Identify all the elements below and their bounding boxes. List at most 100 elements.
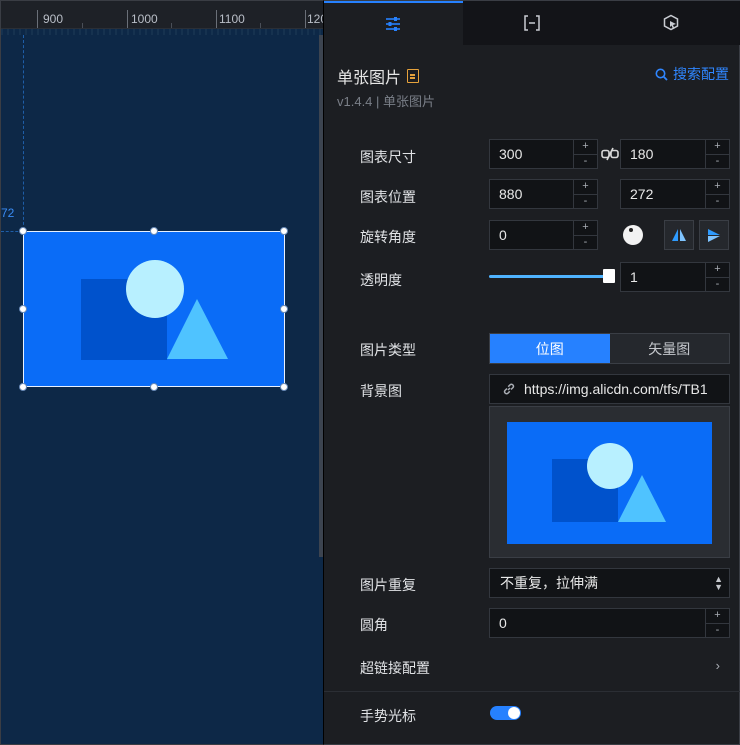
- position-y-input[interactable]: 272 + -: [620, 179, 730, 209]
- height-value: 180: [630, 146, 654, 162]
- resize-handle-bottom-right[interactable]: [280, 383, 288, 391]
- decrement-button[interactable]: -: [706, 153, 729, 169]
- width-stepper: + -: [573, 140, 597, 168]
- opacity-value: 1: [630, 269, 638, 285]
- background-url-input[interactable]: https://img.alicdn.com/tfs/TB1: [489, 374, 730, 404]
- hyperlink-label: 超链接配置: [360, 660, 430, 676]
- component-version: v1.4.4 | 单张图片: [337, 94, 436, 109]
- resize-handle-top[interactable]: [150, 227, 158, 235]
- guide-position-label: 72: [1, 206, 15, 220]
- component-title-text: 单张图片: [337, 70, 402, 87]
- tab-data[interactable]: [463, 1, 602, 45]
- chevron-right-icon: ›: [715, 658, 720, 673]
- decrement-button[interactable]: -: [706, 622, 729, 638]
- search-icon: [655, 68, 668, 81]
- opacity-slider-track[interactable]: [489, 275, 609, 278]
- decrement-button[interactable]: -: [706, 276, 729, 292]
- image-type-segmented: 位图 矢量图: [489, 333, 730, 364]
- radius-label: 圆角: [360, 617, 388, 633]
- repeat-label: 图片重复: [360, 577, 416, 593]
- ruler-tick: [37, 10, 38, 28]
- rotation-value: 0: [499, 227, 507, 243]
- increment-button[interactable]: +: [706, 140, 729, 154]
- ruler-label-1200: 120: [307, 12, 323, 26]
- position-y-stepper: + -: [705, 180, 729, 208]
- resize-handle-top-left[interactable]: [19, 227, 27, 235]
- decrement-button[interactable]: -: [706, 193, 729, 209]
- position-x-value: 880: [499, 186, 523, 202]
- opacity-label: 透明度: [360, 272, 402, 288]
- background-image-preview[interactable]: [489, 406, 730, 558]
- select-arrows-icon: ▲ ▼: [714, 574, 723, 592]
- rotation-stepper: + -: [573, 221, 597, 249]
- width-value: 300: [499, 146, 523, 162]
- background-url-value: https://img.alicdn.com/tfs/TB1: [524, 381, 708, 397]
- radius-value: 0: [499, 615, 507, 631]
- repeat-select-value: 不重复，拉伸满: [500, 575, 598, 591]
- increment-button[interactable]: +: [706, 180, 729, 194]
- rotation-input[interactable]: 0 + -: [489, 220, 598, 250]
- opacity-input[interactable]: 1 + -: [620, 262, 730, 292]
- hyperlink-config-row[interactable]: 超链接配置 ›: [360, 658, 720, 678]
- section-divider: [324, 691, 740, 692]
- flip-vertical-icon: [708, 229, 720, 242]
- ruler-shadow: [1, 29, 323, 35]
- background-label: 背景图: [360, 383, 402, 399]
- decrement-button[interactable]: -: [574, 234, 597, 250]
- decrement-button[interactable]: -: [574, 153, 597, 169]
- search-config-label: 搜索配置: [673, 66, 729, 82]
- opacity-slider-thumb[interactable]: [603, 269, 615, 283]
- image-type-vector[interactable]: 矢量图: [609, 334, 729, 363]
- config-panel: 单张图片 v1.4.4 | 单张图片 搜索配置 图表尺寸 300 + - 180…: [323, 0, 740, 745]
- flip-horizontal-icon: [672, 229, 686, 241]
- width-input[interactable]: 300 + -: [489, 139, 598, 169]
- panel-tabs: [324, 1, 740, 45]
- vertical-guide-line: [23, 35, 24, 235]
- flip-vertical-button[interactable]: [699, 220, 729, 250]
- ruler-tick: [305, 10, 306, 28]
- increment-button[interactable]: +: [574, 140, 597, 154]
- height-input[interactable]: 180 + -: [620, 139, 730, 169]
- ruler-minor-tick: [171, 23, 172, 28]
- resize-handle-left[interactable]: [19, 305, 27, 313]
- increment-button[interactable]: +: [706, 263, 729, 277]
- placeholder-circle: [126, 260, 184, 318]
- ruler-label-900: 900: [43, 12, 64, 26]
- ruler-label-1000: 1000: [131, 12, 158, 26]
- rotation-label: 旋转角度: [360, 229, 416, 245]
- resize-handle-right[interactable]: [280, 305, 288, 313]
- radius-input[interactable]: 0 + -: [489, 608, 730, 638]
- rotation-dial-icon[interactable]: [623, 225, 643, 245]
- image-type-bitmap[interactable]: 位图: [490, 334, 610, 363]
- component-title: 单张图片: [337, 64, 420, 88]
- tab-interaction[interactable]: [601, 1, 740, 45]
- cursor-toggle[interactable]: [490, 706, 521, 720]
- ruler-minor-tick: [260, 23, 261, 28]
- image-type-label: 图片类型: [360, 342, 416, 358]
- opacity-stepper: + -: [705, 263, 729, 291]
- cursor-label: 手势光标: [360, 708, 416, 724]
- increment-button[interactable]: +: [574, 221, 597, 235]
- increment-button[interactable]: +: [574, 180, 597, 194]
- image-placeholder-icon: [81, 260, 228, 360]
- ruler-tick: [216, 10, 217, 28]
- resize-handle-bottom-left[interactable]: [19, 383, 27, 391]
- position-y-value: 272: [630, 186, 654, 202]
- search-config-button[interactable]: 搜索配置: [655, 64, 729, 84]
- aspect-link-icon[interactable]: [601, 147, 619, 161]
- position-x-stepper: + -: [573, 180, 597, 208]
- height-stepper: + -: [705, 140, 729, 168]
- resize-handle-bottom[interactable]: [150, 383, 158, 391]
- radius-stepper: + -: [705, 609, 729, 637]
- repeat-select[interactable]: 不重复，拉伸满 ▲ ▼: [489, 568, 730, 598]
- resize-handle-top-right[interactable]: [280, 227, 288, 235]
- document-icon[interactable]: [407, 69, 420, 83]
- position-x-input[interactable]: 880 + -: [489, 179, 598, 209]
- decrement-button[interactable]: -: [574, 193, 597, 209]
- editor-canvas[interactable]: 900 1000 1100 120 72: [0, 0, 323, 745]
- ruler-minor-tick: [82, 23, 83, 28]
- selected-image-widget[interactable]: [19, 227, 288, 391]
- tab-style[interactable]: [324, 1, 463, 45]
- flip-horizontal-button[interactable]: [664, 220, 694, 250]
- increment-button[interactable]: +: [706, 609, 729, 623]
